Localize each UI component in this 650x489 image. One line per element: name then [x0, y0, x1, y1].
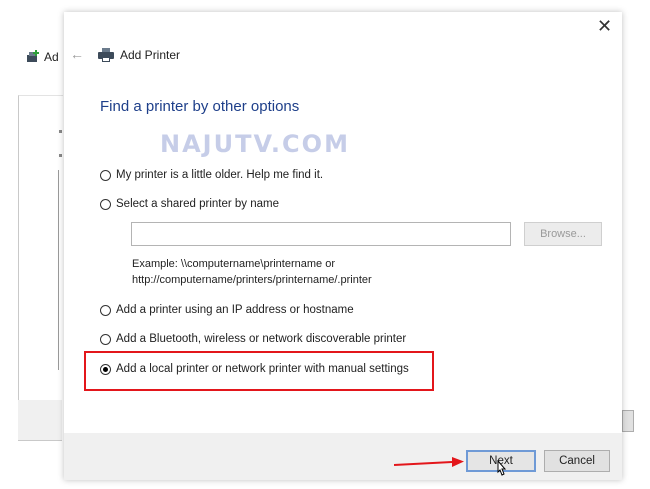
background-divider	[58, 170, 63, 370]
background-footer	[18, 400, 62, 441]
background-right-panel	[622, 95, 642, 440]
close-icon[interactable]: ✕	[597, 16, 612, 36]
background-mark	[59, 154, 62, 157]
radio-ip-address[interactable]	[100, 304, 111, 316]
browse-button[interactable]: Browse...	[524, 222, 602, 246]
option-label: Select a shared printer by name	[116, 198, 280, 210]
radio-shared-printer[interactable]	[100, 198, 111, 210]
red-arrow-icon	[394, 457, 464, 467]
option-shared-printer[interactable]: Select a shared printer by name	[100, 198, 279, 210]
printer-icon	[98, 48, 114, 62]
background-button[interactable]	[622, 410, 634, 432]
watermark: NAJUTV.COM	[160, 130, 350, 158]
background-window-title-text: Ad	[44, 50, 59, 64]
background-left-panel	[18, 95, 63, 441]
option-older-printer[interactable]: My printer is a little older. Help me fi…	[100, 169, 323, 181]
background-mark	[59, 130, 62, 133]
option-label: My printer is a little older. Help me fi…	[116, 169, 324, 181]
shared-printer-name-input[interactable]	[131, 222, 511, 246]
dialog-title-text: Add Printer	[120, 48, 181, 62]
dialog-footer	[64, 433, 622, 480]
dialog-title: Add Printer	[98, 48, 180, 62]
page-heading: Find a printer by other options	[100, 98, 300, 115]
background-window-title: Ad	[26, 50, 59, 64]
radio-older-printer[interactable]	[100, 169, 111, 181]
add-printer-icon	[26, 50, 40, 64]
highlight-box	[84, 351, 434, 391]
mouse-cursor-icon	[497, 460, 507, 476]
add-printer-dialog: ✕ ← Add Printer Find a printer by other …	[64, 12, 622, 480]
example-line-1: Example: \\computername\printername or	[132, 258, 335, 270]
example-line-2: http://computername/printers/printername…	[132, 274, 372, 286]
back-arrow-icon[interactable]: ←	[70, 46, 84, 62]
option-ip-address[interactable]: Add a printer using an IP address or hos…	[100, 304, 354, 316]
radio-bluetooth-wireless[interactable]	[100, 333, 111, 345]
option-bluetooth-wireless[interactable]: Add a Bluetooth, wireless or network dis…	[100, 333, 406, 345]
cancel-button[interactable]: Cancel	[544, 450, 610, 472]
example-text: Example: \\computername\printername or h…	[132, 256, 372, 288]
option-label: Add a Bluetooth, wireless or network dis…	[116, 333, 407, 345]
option-label: Add a printer using an IP address or hos…	[116, 304, 354, 316]
